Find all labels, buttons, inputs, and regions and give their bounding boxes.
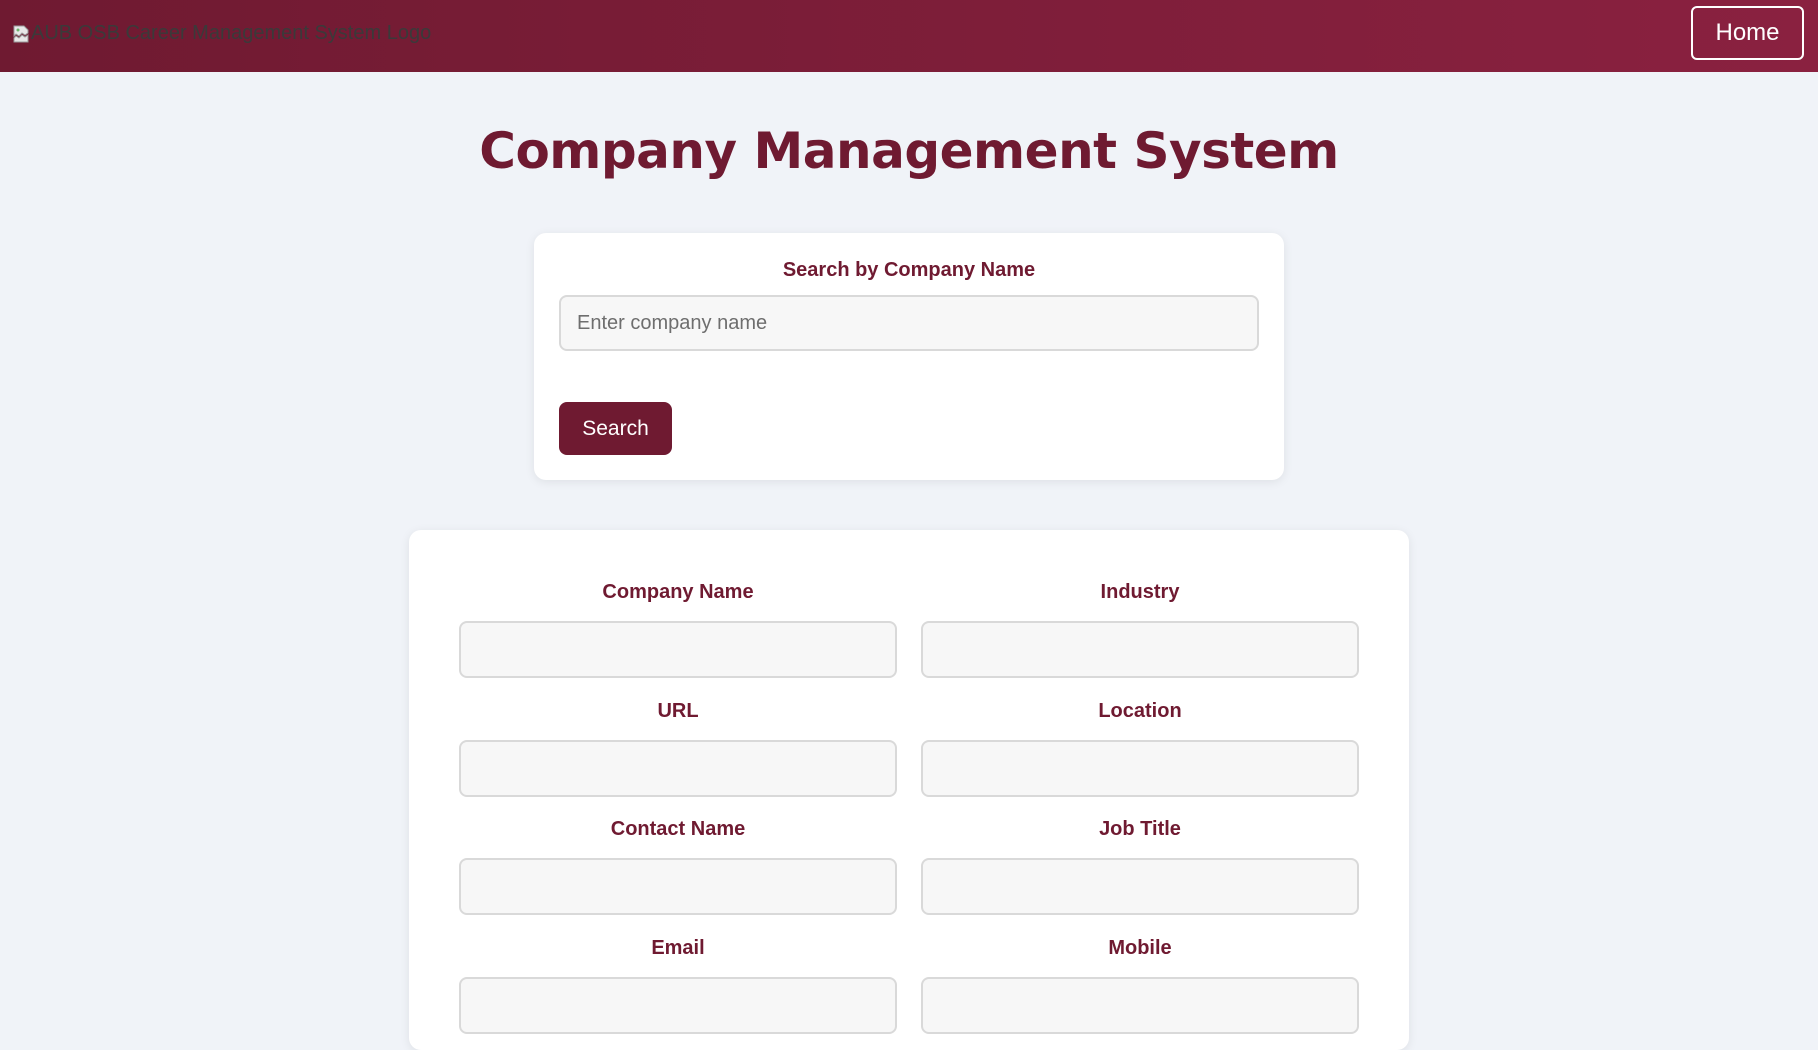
site-logo[interactable]: AUB OSB Career Management System Logo <box>13 22 431 45</box>
company-form-card: Company Name Industry URL Location Conta… <box>409 530 1409 1050</box>
contact-name-field: Contact Name <box>459 817 897 915</box>
job-title-label: Job Title <box>1099 818 1181 840</box>
industry-field: Industry <box>921 580 1359 678</box>
location-input[interactable] <box>921 740 1359 797</box>
industry-label: Industry <box>1100 581 1180 603</box>
company-name-input[interactable] <box>459 621 897 678</box>
search-button[interactable]: Search <box>559 402 672 455</box>
search-card: Search by Company Name Search <box>534 233 1284 480</box>
logo-alt-text: AUB OSB Career Management System Logo <box>31 22 432 44</box>
top-navigation-bar: AUB OSB Career Management System Logo Ho… <box>0 0 1818 72</box>
home-button[interactable]: Home <box>1691 6 1804 60</box>
job-title-field: Job Title <box>921 817 1359 915</box>
contact-name-input[interactable] <box>459 858 897 915</box>
broken-image-icon <box>13 25 29 43</box>
url-field: URL <box>459 699 897 797</box>
industry-input[interactable] <box>921 621 1359 678</box>
search-label: Search by Company Name <box>782 259 1036 281</box>
mobile-input[interactable] <box>921 977 1359 1034</box>
email-input[interactable] <box>459 977 897 1034</box>
contact-name-label: Contact Name <box>610 818 746 840</box>
email-field: Email <box>459 936 897 1034</box>
mobile-label: Mobile <box>1108 937 1172 959</box>
company-name-label: Company Name <box>602 581 754 603</box>
page-title: Company Management System <box>479 122 1339 180</box>
url-label: URL <box>657 700 699 722</box>
location-field: Location <box>921 699 1359 797</box>
job-title-input[interactable] <box>921 858 1359 915</box>
company-search-input[interactable] <box>559 295 1259 351</box>
mobile-field: Mobile <box>921 936 1359 1034</box>
url-input[interactable] <box>459 740 897 797</box>
company-name-field: Company Name <box>459 580 897 678</box>
location-label: Location <box>1098 700 1182 722</box>
email-label: Email <box>651 937 705 959</box>
